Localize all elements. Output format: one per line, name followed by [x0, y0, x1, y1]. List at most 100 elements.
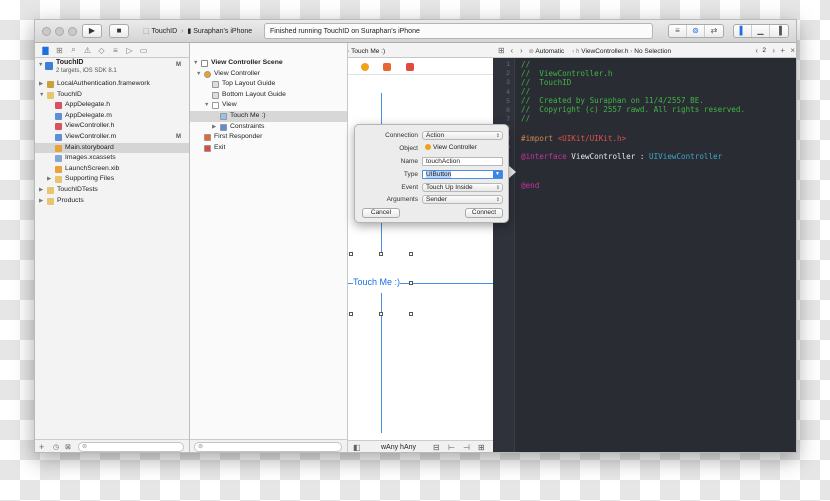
nav-item-touchidtests[interactable]: ▶ TouchIDTests [35, 185, 189, 196]
recent-icon[interactable]: ◷ [53, 443, 59, 451]
disclosure-triangle-icon[interactable]: ▶ [39, 79, 43, 90]
disclosure-triangle-icon[interactable]: ▶ [47, 174, 51, 185]
outline-item-bottom-layout-guide[interactable]: Bottom Layout Guide [190, 90, 347, 101]
assistant-selection[interactable]: No Selection [634, 48, 671, 55]
nav-item-images-xcassets[interactable]: Images.xcassets [35, 153, 189, 164]
symbol-icon[interactable]: ⊞ [55, 46, 64, 55]
nav-item-main-storyboard[interactable]: Main.storyboard [35, 142, 189, 154]
test-icon[interactable]: ◇ [97, 46, 106, 55]
warning-icon[interactable]: ⚠ [83, 46, 92, 55]
disclosure-triangle-icon[interactable]: ▼ [204, 100, 209, 111]
utilities-toggle-icon[interactable]: ▐ [770, 25, 788, 37]
disclosure-triangle-icon[interactable]: ▼ [38, 62, 43, 68]
stop-button[interactable]: ■ [109, 24, 129, 38]
outline-item-top-layout-guide[interactable]: Top Layout Guide [190, 79, 347, 90]
scheme-selector[interactable]: ⬚ TouchID › ▮ Suraphan's iPhone [143, 25, 252, 38]
outline-toggle-icon[interactable]: ◧ [353, 441, 361, 452]
align-icon[interactable]: ⊟ [433, 441, 440, 452]
outline-item-exit[interactable]: Exit [190, 143, 347, 154]
outline-item-icon [212, 91, 219, 99]
outline-scene-row[interactable]: ▼ View Controller Scene [190, 58, 347, 69]
disclosure-triangle-icon[interactable]: ▼ [193, 58, 198, 69]
outline-item-constraints[interactable]: ▶ Constraints [190, 122, 347, 133]
nav-item-label: ViewController.h [65, 122, 115, 130]
nav-item-appdelegate-m[interactable]: AppDelegate.m [35, 111, 189, 122]
view-toggle-segment[interactable]: ▌ ▁ ▐ [733, 24, 789, 38]
disclosure-triangle-icon[interactable]: ▼ [39, 90, 44, 101]
pin-icon[interactable]: ⊢ [448, 441, 455, 452]
assistant-file[interactable]: ViewController.h [581, 48, 628, 55]
connection-select[interactable]: Action ⇕ [422, 131, 503, 140]
related-items-icon[interactable]: ⊞ [498, 46, 505, 55]
next-counterpart-icon[interactable]: › [772, 43, 775, 58]
resize-handle[interactable] [409, 252, 413, 256]
minimize-window-button[interactable] [55, 27, 64, 36]
assistant-editor-icon[interactable]: ⊚ [687, 25, 705, 37]
add-editor-icon[interactable]: + [780, 43, 785, 58]
assistant-mode[interactable]: Automatic [535, 48, 564, 55]
nav-item-launchscreen-xib[interactable]: LaunchScreen.xib [35, 164, 189, 175]
debug-toggle-icon[interactable]: ▁ [752, 25, 770, 37]
resizing-icon[interactable]: ⊞ [478, 441, 485, 452]
nav-item-supporting-files[interactable]: ▶ Supporting Files [35, 174, 189, 185]
view-controller-icon[interactable] [361, 63, 369, 71]
run-button[interactable]: ▶ [82, 24, 102, 38]
outline-item-first-responder[interactable]: First Responder [190, 132, 347, 143]
close-window-button[interactable] [42, 27, 51, 36]
folder-icon[interactable]: ▇ [41, 46, 50, 55]
close-editor-icon[interactable]: × [790, 43, 795, 58]
resize-handle[interactable] [349, 312, 353, 316]
disclosure-triangle-icon[interactable]: ▶ [39, 185, 43, 196]
report-icon[interactable]: ▭ [139, 46, 148, 55]
forward-arrow-icon[interactable]: › [520, 46, 523, 55]
type-combo[interactable]: UIButton ▼ [422, 170, 503, 179]
navigator-toggle-icon[interactable]: ▌ [734, 25, 752, 37]
outline-item-view-controller[interactable]: ▼ View Controller [190, 69, 347, 80]
outline-item-icon [212, 102, 219, 110]
nav-item-viewcontroller-m[interactable]: ViewController.m M [35, 132, 189, 143]
touch-me-button[interactable]: Touch Me :) [353, 277, 401, 287]
exit-icon[interactable] [406, 63, 414, 71]
resize-handle[interactable] [409, 281, 413, 285]
source-editor[interactable]: 12345678910111213 // // ViewController.h… [493, 58, 796, 452]
outline-item-touch-me[interactable]: Touch Me :) [190, 110, 347, 122]
resize-handle[interactable] [379, 252, 383, 256]
arguments-select[interactable]: Sender ⇕ [422, 195, 503, 204]
resize-handle[interactable] [349, 252, 353, 256]
filter-input[interactable]: ⊜ [78, 442, 184, 452]
version-editor-icon[interactable]: ⇄ [705, 25, 723, 37]
add-icon[interactable]: + [39, 442, 44, 452]
chevron-down-icon[interactable]: ▼ [493, 171, 502, 178]
breadcrumb-item[interactable]: Touch Me :) [351, 48, 385, 55]
disclosure-triangle-icon[interactable]: ▼ [196, 69, 201, 80]
event-select[interactable]: Touch Up Inside ⇕ [422, 183, 503, 192]
editor-mode-segment[interactable]: ≡ ⊚ ⇄ [668, 24, 724, 38]
resize-handle[interactable] [379, 312, 383, 316]
storyboard-canvas[interactable]: Touch Me :) ◧ wAny hAny ⊟ ⊢ ⊣ ⊞ [348, 58, 493, 452]
nav-item-appdelegate-h[interactable]: AppDelegate.h [35, 100, 189, 111]
first-responder-icon[interactable] [383, 63, 391, 71]
size-class-control[interactable]: wAny hAny [381, 441, 416, 452]
zoom-window-button[interactable] [68, 27, 77, 36]
nav-item-localauthentication-framework[interactable]: ▶ LocalAuthentication.framework [35, 79, 189, 90]
name-input[interactable]: touchAction [422, 157, 503, 166]
scm-icon[interactable]: ⊠ [65, 443, 71, 451]
search-icon[interactable]: ⌕ [69, 45, 78, 55]
disclosure-triangle-icon[interactable]: ▶ [39, 196, 43, 207]
disclosure-triangle-icon[interactable]: ▶ [212, 122, 216, 133]
outline-item-view[interactable]: ▼ View [190, 100, 347, 111]
standard-editor-icon[interactable]: ≡ [669, 25, 687, 37]
resize-handle[interactable] [409, 312, 413, 316]
cancel-button[interactable]: Cancel [362, 208, 400, 218]
nav-item-touchid[interactable]: ▼ TouchID [35, 90, 189, 101]
previous-counterpart-icon[interactable]: ‹ [755, 43, 758, 58]
nav-item-viewcontroller-h[interactable]: ViewController.h [35, 121, 189, 132]
connect-button[interactable]: Connect [465, 208, 503, 218]
project-row[interactable]: ▼ TouchID 2 targets, iOS SDK 8.1 M [35, 58, 189, 79]
back-arrow-icon[interactable]: ‹ [511, 46, 514, 55]
outline-filter-input[interactable]: ⊜ [194, 442, 342, 452]
debug-icon[interactable]: ≡ [111, 46, 120, 55]
nav-item-products[interactable]: ▶ Products [35, 196, 189, 207]
resolve-icon[interactable]: ⊣ [463, 441, 470, 452]
breakpoint-icon[interactable]: ▷ [125, 46, 134, 55]
